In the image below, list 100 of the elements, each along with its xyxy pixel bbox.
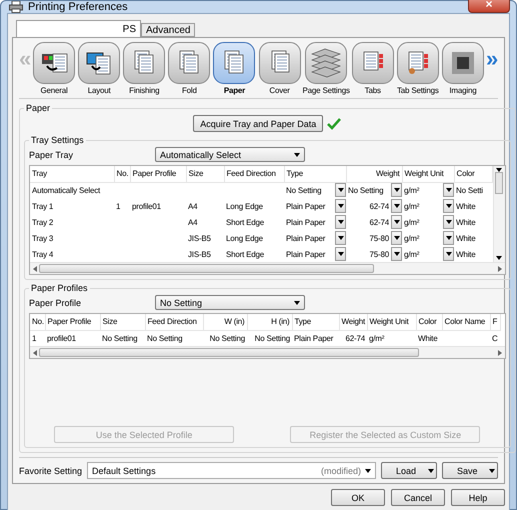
check-icon bbox=[327, 118, 342, 130]
window-title: Printing Preferences bbox=[28, 1, 129, 13]
caret-icon bbox=[365, 468, 371, 472]
right-arrow-icon[interactable] bbox=[498, 266, 502, 272]
column-header[interactable]: Weight Unit bbox=[367, 314, 416, 330]
caret-icon bbox=[338, 204, 344, 208]
favorite-setting-field[interactable]: Default Settings (modified) bbox=[87, 462, 376, 479]
table-cell-text: Long Edge bbox=[225, 232, 264, 245]
horizontal-scrollbar[interactable] bbox=[30, 262, 504, 274]
column-header[interactable]: Paper Profile bbox=[45, 314, 100, 330]
column-header[interactable]: W (in) bbox=[203, 314, 247, 330]
dialog-button[interactable]: Help bbox=[451, 489, 505, 506]
column-header[interactable]: No. bbox=[114, 166, 130, 182]
caret-icon bbox=[446, 188, 452, 192]
column-header[interactable]: Feed Direction bbox=[145, 314, 203, 330]
column-header[interactable]: F bbox=[490, 314, 500, 330]
column-header[interactable]: Color bbox=[454, 166, 492, 182]
column-header[interactable]: Tray bbox=[30, 166, 114, 182]
column-header[interactable]: Weight bbox=[339, 314, 367, 330]
dropdown-field[interactable]: No Setting bbox=[284, 182, 346, 198]
column-header[interactable]: Size bbox=[100, 314, 145, 330]
table-cell-text: Short Edge bbox=[225, 248, 266, 261]
dropdown-field[interactable]: 75-80 bbox=[346, 230, 402, 246]
left-arrow-icon[interactable] bbox=[33, 266, 37, 272]
group-title: Paper Profiles bbox=[30, 283, 89, 293]
load-button[interactable]: Load bbox=[381, 462, 437, 479]
caret-icon bbox=[338, 188, 344, 192]
right-arrow-icon[interactable] bbox=[498, 350, 502, 356]
table-cell-text: JIS-B5 bbox=[187, 232, 212, 244]
table-cell-text: Short Edge bbox=[225, 216, 266, 229]
caret-icon bbox=[489, 468, 495, 472]
table-cell: White bbox=[454, 198, 492, 214]
acquire-button[interactable]: Acquire Tray and Paper Data bbox=[193, 115, 324, 132]
dropdown-field[interactable]: 62-74 bbox=[346, 214, 402, 230]
table-cell: White bbox=[454, 230, 492, 246]
table-cell-text: profile01 bbox=[131, 200, 162, 213]
dropdown-field[interactable]: g/m² bbox=[402, 198, 454, 214]
table-cell-text: Long Edge bbox=[225, 200, 264, 213]
table-cell: No Setting bbox=[145, 330, 203, 346]
column-header[interactable]: Type bbox=[292, 314, 339, 330]
paper-tray-dropdown[interactable]: Automatically Select bbox=[155, 147, 305, 162]
caret-icon bbox=[446, 236, 452, 240]
field-label: Paper Tray bbox=[29, 150, 74, 160]
left-arrow-icon[interactable] bbox=[33, 350, 37, 356]
table-cell-text: JIS-B5 bbox=[187, 248, 212, 260]
column-header[interactable]: Weight Unit bbox=[402, 166, 454, 182]
table-cell: Automatically Select bbox=[30, 182, 114, 198]
column-header[interactable]: No. bbox=[30, 314, 45, 330]
column-header[interactable]: Color bbox=[416, 314, 442, 330]
caret-icon bbox=[394, 236, 400, 240]
table-cell: White bbox=[454, 246, 492, 262]
scrollbar-thumb[interactable] bbox=[495, 172, 503, 194]
scroll-right-button[interactable]: » bbox=[486, 46, 498, 72]
table-cell: C bbox=[490, 330, 500, 346]
save-button[interactable]: Save bbox=[442, 462, 498, 479]
paper-profile-dropdown[interactable]: No Setting bbox=[155, 295, 305, 310]
dropdown-field[interactable]: No Setting bbox=[346, 182, 402, 198]
dropdown-field[interactable]: g/m² bbox=[402, 246, 454, 262]
dropdown-field[interactable]: g/m² bbox=[402, 230, 454, 246]
column-header[interactable]: Paper Profile bbox=[130, 166, 186, 182]
dialog-button[interactable]: Cancel bbox=[391, 489, 445, 506]
table-cell: No Setting bbox=[203, 330, 247, 346]
column-header[interactable]: Color Name bbox=[442, 314, 490, 330]
dropdown-field[interactable]: g/m² bbox=[402, 214, 454, 230]
dropdown-field[interactable]: 62-74 bbox=[346, 198, 402, 214]
column-header[interactable]: H (in) bbox=[247, 314, 292, 330]
tab[interactable]: PS bbox=[16, 20, 141, 37]
column-header[interactable]: Size bbox=[186, 166, 224, 182]
table-cell: profile01 bbox=[45, 330, 100, 346]
caret-icon bbox=[446, 204, 452, 208]
caret-icon bbox=[394, 252, 400, 256]
table-cell-text: 1 bbox=[115, 200, 122, 212]
horizontal-scrollbar[interactable] bbox=[30, 346, 504, 358]
caret-icon bbox=[338, 220, 344, 224]
caret-icon bbox=[394, 220, 400, 224]
vertical-scrollbar[interactable] bbox=[492, 166, 504, 262]
column-header[interactable]: Feed Direction bbox=[224, 166, 284, 182]
table-cell: No Setti bbox=[454, 182, 492, 198]
table-cell-text: A4 bbox=[187, 216, 198, 228]
table-cell: g/m² bbox=[367, 330, 416, 346]
dialog-button[interactable]: OK bbox=[331, 489, 385, 506]
table-cell-text: Tray 4 bbox=[31, 248, 54, 261]
dropdown-field[interactable]: Plain Paper bbox=[284, 198, 346, 214]
dropdown-field[interactable]: Plain Paper bbox=[284, 246, 346, 262]
dropdown-field[interactable]: 75-80 bbox=[346, 246, 402, 262]
group-title: Paper bbox=[25, 103, 52, 113]
column-header[interactable]: Weight bbox=[346, 166, 402, 182]
nav-icon bbox=[311, 48, 342, 78]
table-cell: No Setting bbox=[100, 330, 145, 346]
dropdown-field[interactable]: Plain Paper bbox=[284, 230, 346, 246]
caret-icon bbox=[446, 252, 452, 256]
dropdown-field[interactable]: Plain Paper bbox=[284, 214, 346, 230]
caret-icon bbox=[394, 188, 400, 192]
column-header[interactable]: Type bbox=[284, 166, 346, 182]
caret-icon bbox=[338, 236, 344, 240]
table-cell: 1 bbox=[30, 330, 45, 346]
field-label: Favorite Setting bbox=[19, 466, 82, 476]
dropdown-field[interactable]: g/m² bbox=[402, 182, 454, 198]
tab[interactable]: Advanced bbox=[141, 23, 196, 37]
caret-icon bbox=[338, 252, 344, 256]
